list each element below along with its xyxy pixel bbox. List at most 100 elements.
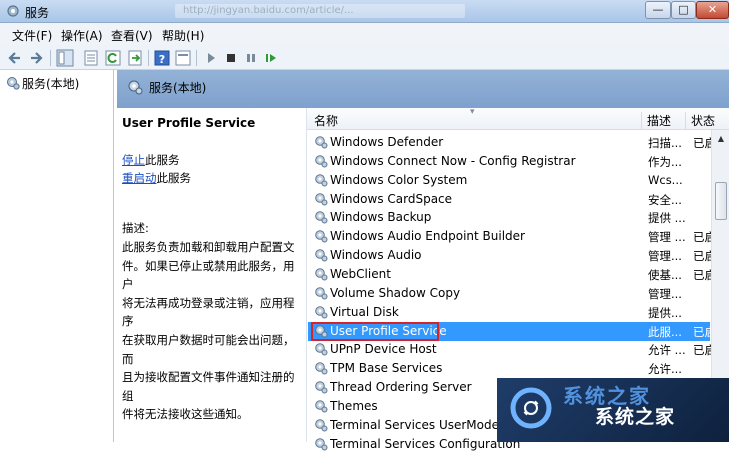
service-name: Windows Defender <box>330 135 444 149</box>
column-header-status[interactable]: 状态 <box>691 112 715 129</box>
minimize-button[interactable]: — <box>645 1 671 19</box>
selected-service-name: User Profile Service <box>122 116 256 130</box>
service-row[interactable]: WebClient 使基... 已启 <box>308 265 711 284</box>
service-gear-icon <box>315 381 328 394</box>
close-icon: ✕ <box>707 3 718 16</box>
close-button[interactable]: ✕ <box>696 1 729 19</box>
service-description: Wcs... <box>648 172 683 187</box>
service-status: 已启 <box>693 249 711 264</box>
title-bar: 服务 http://jingyan.baidu.com/article/... … <box>0 0 729 23</box>
service-row[interactable]: User Profile Service 此服... 已启 <box>308 321 711 341</box>
stop-service-link[interactable]: 停止 <box>122 153 145 167</box>
forward-arrow-icon[interactable] <box>27 49 45 67</box>
refresh-icon[interactable] <box>104 49 122 67</box>
column-header-description[interactable]: 描述 <box>647 112 671 129</box>
service-description: 安全... <box>648 192 682 207</box>
service-description: 提供... <box>648 305 682 320</box>
service-gear-icon <box>315 230 328 243</box>
console-view-icon[interactable] <box>174 49 192 67</box>
description-line: 且为接收配置文件事件通知注册的组 <box>122 370 295 403</box>
service-status: 已启 <box>693 343 711 358</box>
service-description: 扫描... <box>648 136 682 150</box>
service-status: 已启 <box>693 136 711 150</box>
restart-action-suffix: 此服务 <box>156 171 192 185</box>
tree-item-services-local[interactable]: 服务(本地) <box>4 74 110 92</box>
window-title: 服务 <box>25 6 50 20</box>
menu-file[interactable]: 文件(F) <box>12 27 52 44</box>
service-description: 作为... <box>648 154 682 169</box>
column-header-name[interactable]: 名称 <box>314 112 338 129</box>
service-row[interactable]: Windows Audio Endpoint Builder 管理 ... 已启 <box>308 227 711 246</box>
service-description: 管理... <box>648 249 682 264</box>
services-gear-icon <box>7 5 19 17</box>
scroll-up-arrow-icon[interactable]: ▲ <box>712 130 729 147</box>
site-watermark: 系统之家 系统之家 <box>497 378 729 442</box>
service-row[interactable]: Windows Color System Wcs... <box>308 171 710 190</box>
service-description: 提供 ... <box>648 211 686 226</box>
service-name: UPnP Device Host <box>330 342 437 357</box>
service-name: Windows CardSpace <box>330 191 453 206</box>
description-heading: 描述: <box>122 221 149 235</box>
back-arrow-icon[interactable] <box>6 49 24 67</box>
minimize-icon: — <box>652 3 664 16</box>
pause-service-icon[interactable] <box>242 49 260 67</box>
service-row[interactable]: TPM Base Services 允许... <box>308 359 710 378</box>
menu-view[interactable]: 查看(V) <box>111 27 153 44</box>
service-row[interactable]: Windows CardSpace 安全... <box>308 190 710 209</box>
service-name: WebClient <box>330 266 391 281</box>
stop-service-icon[interactable] <box>222 49 240 67</box>
title-url-hint: http://jingyan.baidu.com/article/... <box>175 4 465 18</box>
pane-header: 服务(本地) <box>117 70 729 108</box>
start-service-icon[interactable] <box>202 49 220 67</box>
restart-action: 重启动此服务 <box>122 170 191 186</box>
service-gear-icon <box>315 192 328 206</box>
service-gear-icon <box>315 173 328 187</box>
service-gear-icon <box>315 211 328 224</box>
service-name: Virtual Disk <box>330 304 399 319</box>
description-line: 将无法再成功登录或注销，应用程序 <box>122 295 295 329</box>
service-gear-icon <box>315 249 328 262</box>
svg-text:?: ? <box>159 53 165 66</box>
toolbar: ? <box>0 45 729 70</box>
stop-action: 停止此服务 <box>122 152 180 168</box>
sort-indicator-icon: ▾ <box>470 107 475 117</box>
service-gear-icon <box>315 286 328 300</box>
service-row[interactable]: Volume Shadow Copy 管理... <box>308 284 710 303</box>
restart-service-link[interactable]: 重启动 <box>122 171 157 185</box>
properties-sheet-icon[interactable] <box>82 49 100 67</box>
show-hide-tree-icon[interactable] <box>56 49 74 67</box>
stop-action-suffix: 此服务 <box>145 153 180 167</box>
export-list-icon[interactable] <box>126 49 144 67</box>
service-gear-icon <box>315 268 328 281</box>
service-row[interactable]: Windows Connect Now - Config Registrar 作为… <box>308 152 710 171</box>
service-row[interactable]: Windows Backup 提供 ... <box>308 208 710 227</box>
service-name: Windows Audio <box>330 248 422 263</box>
service-name: Windows Backup <box>330 210 432 225</box>
menu-action[interactable]: 操作(A) <box>61 27 103 44</box>
service-description: 允许 ... <box>648 343 686 358</box>
watermark-text: 系统之家 <box>595 406 676 428</box>
service-gear-icon <box>315 418 328 432</box>
help-icon[interactable]: ? <box>153 49 171 67</box>
column-headers: ▾ 名称 描述 状态 <box>307 107 729 130</box>
restart-service-icon[interactable] <box>262 49 280 67</box>
service-row[interactable]: Windows Defender 扫描... 已启 <box>308 133 711 152</box>
service-status: 已启 <box>693 267 711 282</box>
service-row[interactable]: UPnP Device Host 允许 ... 已启 <box>308 340 711 359</box>
service-gear-icon <box>315 362 328 375</box>
menu-bar: 文件(F) 操作(A) 查看(V) 帮助(H) <box>0 23 729 45</box>
service-gear-icon <box>315 305 328 319</box>
service-name: Windows Connect Now - Config Registrar <box>330 153 576 168</box>
service-description: 此服... <box>648 324 682 339</box>
description-line: 此服务负责加载和卸载用户配置文 <box>122 240 295 254</box>
description-text: 此服务负责加载和卸载用户配置文 件。如果已停止或禁用此服务，用户 将无法再成功登… <box>122 238 300 424</box>
pane-header-label: 服务(本地) <box>149 81 207 95</box>
service-description: 管理 ... <box>648 230 686 245</box>
watermark-logo-icon <box>510 387 552 429</box>
maximize-button[interactable]: □ <box>671 1 696 19</box>
service-gear-icon <box>315 400 328 413</box>
service-row[interactable]: Virtual Disk 提供... <box>308 303 710 322</box>
service-row[interactable]: Windows Audio 管理... 已启 <box>308 246 711 265</box>
scrollbar-thumb[interactable] <box>715 182 727 220</box>
menu-help[interactable]: 帮助(H) <box>162 27 204 44</box>
